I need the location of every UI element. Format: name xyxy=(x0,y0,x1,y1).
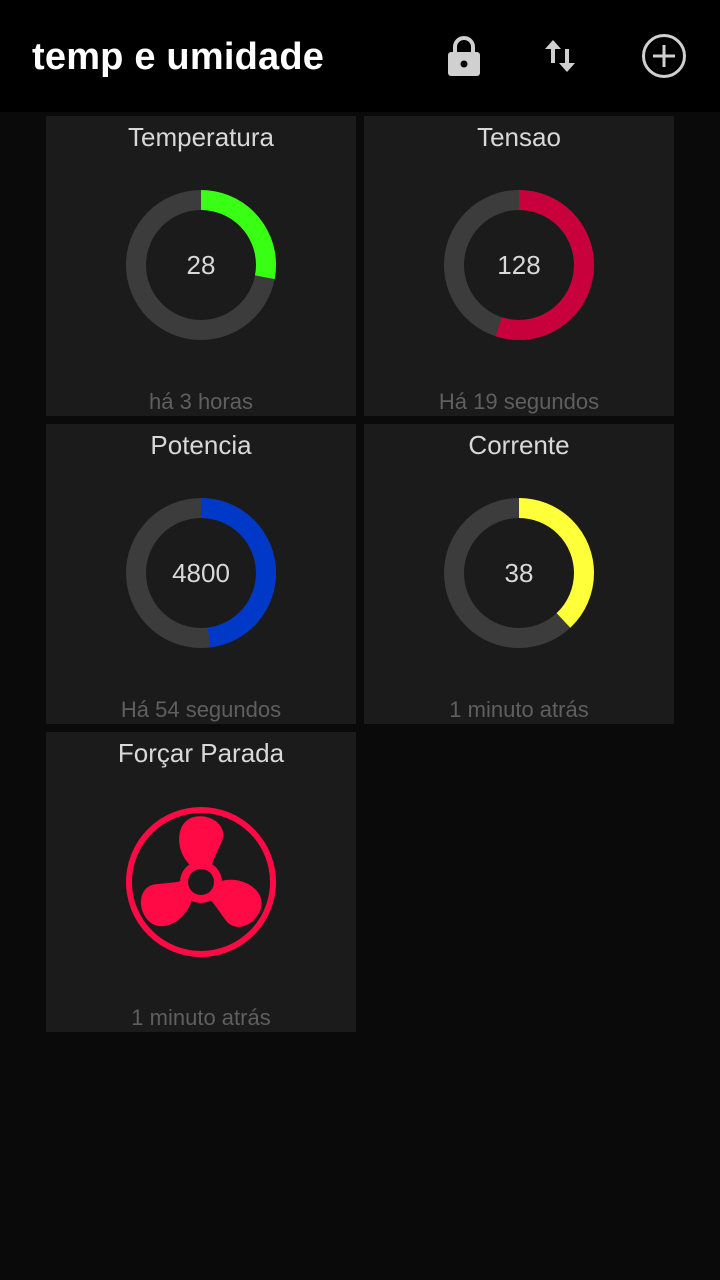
tile-title: Tensao xyxy=(477,122,561,152)
last-update-time: há 3 horas xyxy=(149,389,253,414)
tile-title: Corrente xyxy=(468,430,570,460)
add-circle-icon xyxy=(642,34,686,78)
tile-tensao[interactable]: Tensao 128 Há 19 segundos xyxy=(364,116,674,416)
gauge: 38 xyxy=(442,496,596,650)
gauge: 28 xyxy=(124,188,278,342)
fan-button[interactable] xyxy=(124,805,278,959)
add-button[interactable] xyxy=(640,32,688,80)
tile-corrente[interactable]: Corrente 38 1 minuto atrás xyxy=(364,424,674,724)
gauge-value: 38 xyxy=(504,558,534,588)
gauge-value: 128 xyxy=(497,250,541,280)
gauge: 128 xyxy=(442,188,596,342)
gauge-value: 4800 xyxy=(172,558,230,588)
tile-title: Potencia xyxy=(150,430,252,460)
gauge: 4800 xyxy=(124,496,278,650)
tile-forcar-parada[interactable]: Forçar Parada 1 minuto atrás xyxy=(46,732,356,1032)
last-update-time: Há 19 segundos xyxy=(438,389,600,414)
app-title: temp e umidade xyxy=(32,36,325,78)
tile-title: Forçar Parada xyxy=(117,738,285,768)
gauge-value: 28 xyxy=(186,250,216,280)
fan-icon xyxy=(126,807,276,957)
swap-vertical-icon xyxy=(545,40,575,72)
last-update-time: 1 minuto atrás xyxy=(131,1005,271,1030)
last-update-time: 1 minuto atrás xyxy=(449,697,589,722)
sort-button[interactable] xyxy=(536,32,584,80)
lock-icon xyxy=(448,36,480,76)
last-update-time: Há 54 segundos xyxy=(120,697,282,722)
lock-button[interactable] xyxy=(440,32,488,80)
tile-temperatura[interactable]: Temperatura 28 há 3 horas xyxy=(46,116,356,416)
tile-title: Temperatura xyxy=(128,122,274,152)
tile-potencia[interactable]: Potencia 4800 Há 54 segundos xyxy=(46,424,356,724)
app-bar: temp e umidade xyxy=(0,0,720,112)
